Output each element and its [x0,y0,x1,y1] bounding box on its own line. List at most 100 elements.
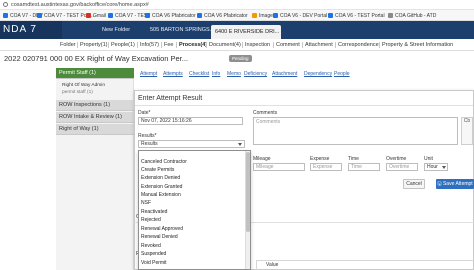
results-select[interactable]: Results [138,140,245,148]
results-option[interactable]: Rejected [141,216,161,224]
github-icon [388,13,393,18]
lock-icon [3,2,8,7]
subtab-info[interactable]: Info [212,71,220,78]
subtab-memo[interactable]: Memo [227,71,241,78]
tab-riverside[interactable]: 6400 E RIVERSIDE DRI... [211,25,281,39]
nav-divider [161,42,162,48]
nav-divider [242,42,243,48]
nav-folder[interactable]: Folder [60,40,76,50]
nav-fee[interactable]: Fee [164,40,173,50]
expense-label: Expense [310,156,330,162]
nav-property-street-info[interactable]: Property & Street Information [382,40,453,50]
dialog-title: Enter Attempt Result [138,95,203,102]
tab-new-folder[interactable]: New Folder [98,23,134,37]
tab-riverside-label: 6400 E RIVERSIDE DRI... [215,29,280,35]
bookmark-github[interactable]: COA GitHub - ATD [388,11,436,20]
value-column-header: Value [266,262,279,268]
nav-divider [302,42,303,48]
bookmark-coa-v6-dev-portal[interactable]: COA V6 - DEV Portal [273,11,327,20]
collapse-handle[interactable]: Cb [461,117,473,145]
results-option[interactable]: Extension Denied [141,174,180,182]
nav-divider [176,42,177,48]
coa-icon [328,13,333,18]
nav-divider [137,42,138,48]
nav-property[interactable]: Property(1) [80,40,108,50]
bookmark-coa-v6-pfab-2[interactable]: COA V6 Pfabricator [197,11,248,20]
coa-icon [145,13,150,18]
bookmark-coa-v6-test-portal[interactable]: COA V6 - TEST Portal [328,11,385,20]
subtab-deficiency[interactable]: Deficiency [244,71,267,78]
subtab-attempt[interactable]: Attempt [140,71,157,78]
overtime-label: Overtime [386,156,407,162]
sidebar-section-row-intake[interactable]: ROW Intake & Review (1) [56,112,134,123]
sidebar-item-row-admin[interactable]: Right Of Way Admin [62,82,105,89]
nav-process[interactable]: Process(4) [179,40,207,50]
mileage-field[interactable]: Mileage [253,163,305,171]
subtab-people[interactable]: People [334,71,350,78]
dialog-divider [135,105,473,106]
nav-divider [206,42,207,48]
nav-people[interactable]: People(1) [111,40,135,50]
results-option[interactable]: Suspended [141,250,166,258]
cancel-button[interactable]: Cancel [403,179,425,189]
subtab-attempts[interactable]: Attempts [163,71,183,78]
nav-divider [379,42,380,48]
chevron-down-icon[interactable] [442,166,446,169]
results-option[interactable]: NSF [141,199,151,207]
coa-icon [197,13,202,18]
folder-title: 2022 020791 000 00 EX Right of Way Excav… [4,54,189,63]
coa-icon [273,13,278,18]
bookmark-coa-test[interactable]: COA V7 - TEST [108,11,150,20]
chevron-down-icon[interactable] [238,143,242,146]
coa-icon [3,13,8,18]
expense-field[interactable]: Expense [310,163,342,171]
nav-info[interactable]: Info(57) [140,40,159,50]
unit-label: Unit [424,156,433,162]
bookmark-coa-v6-pfab[interactable]: COA V6 Pfabricator [145,11,196,20]
date-field[interactable]: Nov 07, 2022 15:16:26 [138,117,243,125]
save-attempt-button[interactable]: 🖫 Save Attempt [436,179,474,189]
time-label: Time [348,156,359,162]
url-text[interactable]: cosamdtest.austintexas.gov/backoffice/co… [11,1,149,9]
tab-barton-springs[interactable]: 505 BARTON SPRINGS... [146,23,218,37]
nav-inspection[interactable]: Inspection [245,40,270,50]
bookmark-gmail[interactable]: Gmail [86,11,106,20]
results-option[interactable]: Void Permit [141,259,167,267]
nav-correspondence[interactable]: Correspondence [338,40,379,50]
overtime-field[interactable]: Overtime [386,163,418,171]
sidebar-section-row-inspections[interactable]: ROW Inspections (1) [56,100,134,111]
results-label: Results* [138,133,157,139]
nav-divider [77,42,78,48]
collapse-handle-label: Cb [463,118,471,124]
date-label: Date* [138,110,151,116]
nav-document[interactable]: Document(4) [209,40,241,50]
sidebar-item-permit-staff[interactable]: permit staff (1) [62,89,93,96]
process-sidebar [56,68,134,270]
sidebar-section-right-of-way[interactable]: Right of Way (1) [56,124,134,135]
subtab-dependency[interactable]: Dependency [304,71,332,78]
save-icon: 🖫 [437,181,442,187]
dropdown-scroll-thumb[interactable] [246,152,250,232]
results-option[interactable]: Renewal Denied [141,233,178,241]
nav-divider [335,42,336,48]
bookmark-image[interactable]: Image [252,11,273,20]
comments-label: Comments [253,110,278,116]
coa-icon [37,13,42,18]
nav-comment[interactable]: Comment [276,40,300,50]
nav-attachment[interactable]: Attachment [305,40,333,50]
image-icon [252,13,257,18]
results-dropdown-list: Canceled Contractor Create Permits Exten… [138,150,251,270]
value-table-header [256,260,474,270]
status-badge: Pending [229,55,252,62]
coa-icon [108,13,113,18]
gmail-icon [86,13,91,18]
time-field[interactable]: Time [348,163,380,171]
mileage-label: Mileage [253,156,271,162]
save-attempt-label: Save Attempt [442,181,473,187]
sidebar-section-permit-staff[interactable]: Permit Staff (1) [56,68,134,79]
nav-divider [108,42,109,48]
comments-field[interactable]: Comments [253,117,458,145]
subtab-checklist[interactable]: Checklist [189,71,209,78]
app-logo: NDA 7 [0,21,62,39]
subtab-attachment[interactable]: Attachment [272,71,297,78]
